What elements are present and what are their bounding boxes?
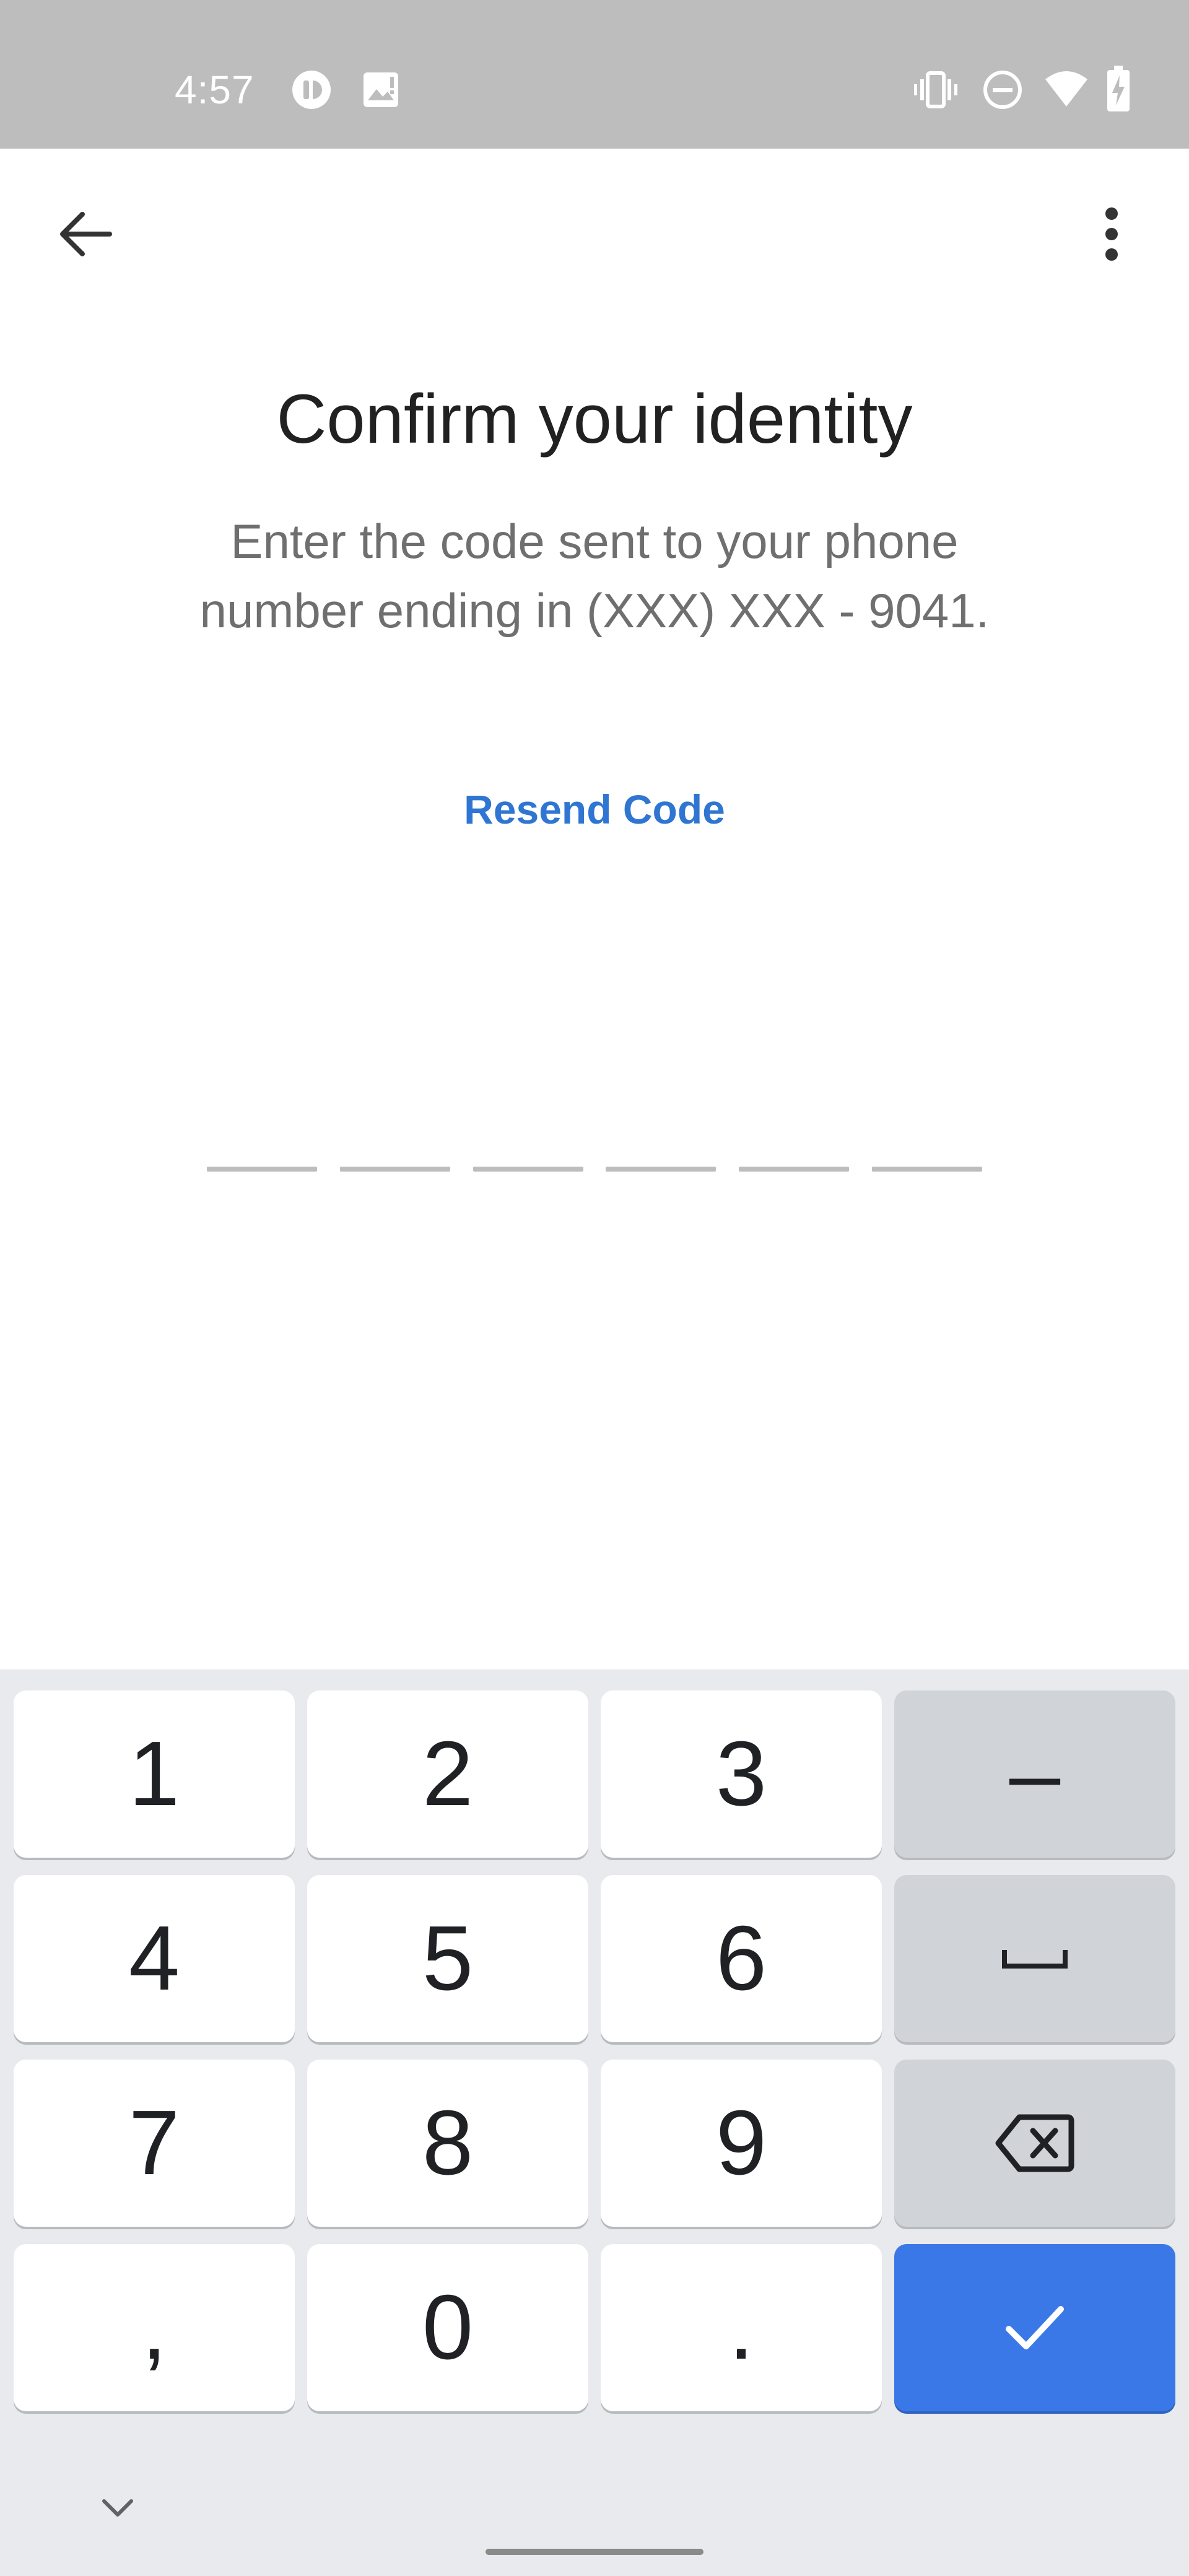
key-comma[interactable]: , xyxy=(14,2244,295,2411)
instruction-line-2: number ending in (XXX) XXX - 9041. xyxy=(199,583,990,638)
space-icon xyxy=(1002,1950,1068,1969)
do-not-disturb-icon xyxy=(983,71,1022,109)
code-digit-slot[interactable] xyxy=(339,1167,450,1172)
code-digit-slot[interactable] xyxy=(871,1167,982,1172)
key-done[interactable] xyxy=(894,2244,1175,2411)
key-4[interactable]: 4 xyxy=(14,1875,295,2042)
wifi-icon xyxy=(1045,71,1087,107)
code-digit-slot[interactable] xyxy=(739,1167,850,1172)
status-time: 4:57 xyxy=(175,67,255,112)
app-notification-icon xyxy=(292,71,331,109)
key-period[interactable]: . xyxy=(601,2244,882,2411)
key-8[interactable]: 8 xyxy=(307,2060,588,2227)
resend-code-link[interactable]: Resend Code xyxy=(409,775,780,843)
page-title: Confirm your identity xyxy=(276,380,913,458)
key-3[interactable]: 3 xyxy=(601,1690,882,1858)
instruction-line-1: Enter the code sent to your phone xyxy=(230,514,959,568)
key-0[interactable]: 0 xyxy=(307,2244,588,2411)
hide-keyboard-button[interactable] xyxy=(93,2483,142,2533)
gesture-nav-handle[interactable] xyxy=(486,2549,703,2555)
code-digit-slot[interactable] xyxy=(207,1167,317,1172)
key-backspace[interactable] xyxy=(894,2060,1175,2227)
key-6[interactable]: 6 xyxy=(601,1875,882,2042)
more-vert-icon xyxy=(1105,207,1118,261)
verification-code-input[interactable] xyxy=(207,1167,982,1174)
image-icon xyxy=(364,72,398,107)
key-7[interactable]: 7 xyxy=(14,2060,295,2227)
chevron-down-icon xyxy=(102,2499,133,2517)
more-options-button[interactable] xyxy=(1078,197,1146,271)
key-9[interactable]: 9 xyxy=(601,2060,882,2227)
key-5[interactable]: 5 xyxy=(307,1875,588,2042)
key-2[interactable]: 2 xyxy=(307,1690,588,1858)
confirm-identity-screen: 4:57 Confirm your identity Enter the cod… xyxy=(0,0,1189,2576)
vibrate-icon xyxy=(914,71,957,108)
back-button[interactable] xyxy=(51,197,119,271)
checkmark-icon xyxy=(1006,2306,1064,2349)
instruction-text: Enter the code sent to your phone number… xyxy=(99,507,1090,645)
code-digit-slot[interactable] xyxy=(473,1167,583,1172)
status-bar: 4:57 xyxy=(0,0,1189,149)
battery-charging-icon xyxy=(1107,66,1130,111)
code-digit-slot[interactable] xyxy=(606,1167,716,1172)
arrow-back-icon xyxy=(60,212,112,256)
key-space[interactable] xyxy=(894,1875,1175,2042)
key-dash[interactable]: – xyxy=(894,1690,1175,1858)
backspace-icon xyxy=(995,2114,1074,2172)
key-1[interactable]: 1 xyxy=(14,1690,295,1858)
